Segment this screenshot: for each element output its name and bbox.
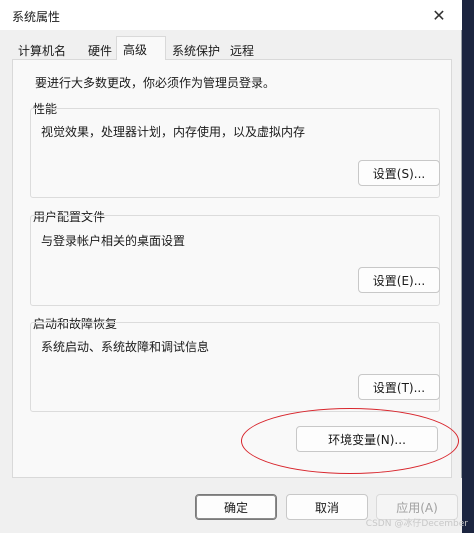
tab-bar: 计算机名 硬件 高级 系统保护 远程 bbox=[12, 36, 452, 61]
window-title: 系统属性 bbox=[12, 10, 61, 24]
close-button[interactable]: ✕ bbox=[416, 0, 462, 30]
tab-hardware[interactable]: 硬件 bbox=[82, 40, 118, 60]
watermark: CSDN @冰仔December bbox=[365, 519, 468, 529]
user-profiles-group: 与登录帐户相关的桌面设置 设置(E)... bbox=[30, 215, 440, 306]
ok-button[interactable]: 确定 bbox=[195, 494, 277, 520]
performance-settings-button[interactable]: 设置(S)... bbox=[358, 160, 440, 186]
performance-description: 视觉效果，处理器计划，内存使用，以及虚拟内存 bbox=[41, 125, 306, 139]
cancel-button[interactable]: 取消 bbox=[286, 494, 368, 520]
tab-remote[interactable]: 远程 bbox=[224, 40, 260, 60]
tab-computer-name[interactable]: 计算机名 bbox=[12, 40, 72, 60]
startup-recovery-group: 系统启动、系统故障和调试信息 设置(T)... bbox=[30, 322, 440, 412]
title-bar: 系统属性 ✕ bbox=[0, 0, 462, 30]
startup-recovery-description: 系统启动、系统故障和调试信息 bbox=[41, 340, 210, 354]
user-profiles-settings-button[interactable]: 设置(E)... bbox=[358, 267, 440, 293]
admin-notice: 要进行大多数更改，你必须作为管理员登录。 bbox=[35, 76, 276, 90]
system-properties-dialog: 系统属性 ✕ 计算机名 硬件 高级 系统保护 远程 要进行大多数更改，你必须作为… bbox=[0, 0, 462, 533]
startup-recovery-settings-button[interactable]: 设置(T)... bbox=[358, 374, 440, 400]
user-profiles-description: 与登录帐户相关的桌面设置 bbox=[41, 234, 186, 248]
performance-group: 视觉效果，处理器计划，内存使用，以及虚拟内存 设置(S)... bbox=[30, 108, 440, 198]
close-icon: ✕ bbox=[432, 5, 446, 25]
tab-system-protection[interactable]: 系统保护 bbox=[166, 40, 226, 60]
highlight-annotation bbox=[241, 408, 459, 474]
tab-advanced[interactable]: 高级 bbox=[116, 36, 166, 61]
background-window-edge bbox=[462, 0, 474, 533]
